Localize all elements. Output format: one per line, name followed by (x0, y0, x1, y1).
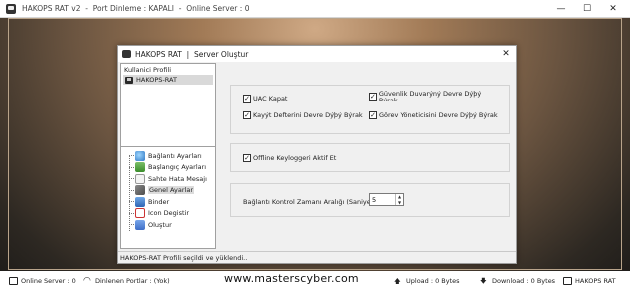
app-logo-icon (563, 276, 572, 285)
tree-item-label: Bağlantı Ayarları (148, 151, 202, 160)
globe-icon (135, 150, 145, 161)
window-controls: — ☐ ✕ (548, 0, 626, 18)
app-logo-icon (6, 3, 16, 14)
security-options-group: ✓ UAC Kapat ✓ Güvenlik Duvarýný Devre Dý… (230, 85, 510, 134)
profile-list-header: Kullanici Profili (124, 66, 172, 74)
settings-icon (135, 185, 145, 195)
checkmark-icon: ✓ (243, 94, 251, 103)
error-message-icon (135, 173, 145, 184)
stepper-down-icon[interactable]: ▼ (396, 200, 403, 206)
connection-interval-group: Bağlantı Kontrol Zamanı Aralığı (Saniye)… (230, 183, 510, 217)
checkmark-icon: ✓ (369, 110, 377, 119)
monitor-icon (9, 276, 18, 285)
wifi-icon: ◠ (83, 275, 91, 286)
binder-icon (135, 196, 145, 207)
stepper-buttons: ▲ ▼ (395, 194, 403, 205)
icon-change-icon (135, 208, 145, 218)
maximize-button[interactable]: ☐ (574, 0, 600, 18)
profile-icon (125, 76, 133, 84)
dialog-titlebar: HAKOPS RAT | Server Oluştur ✕ (118, 46, 516, 62)
main-titlebar: HAKOPS RAT v2 - Port Dinleme : KAPALI - … (0, 0, 630, 18)
watermark-text: www.masterscyber.com (224, 272, 359, 285)
listening-ports-status: ◠ Dinlenen Portlar : (Yok) (83, 275, 170, 286)
interval-stepper[interactable]: 5 ▲ ▼ (369, 193, 404, 206)
tree-item-label: Oluştur (148, 220, 172, 229)
tree-item-startup-settings[interactable]: Başlangıç Ayarları (129, 162, 206, 173)
checkmark-icon: ✓ (243, 110, 251, 119)
build-icon (135, 219, 145, 230)
online-server-status: Online Server : 0 (9, 276, 76, 285)
offline-keylogger-checkbox[interactable]: ✓ Offline Keyloggeri Aktif Et (243, 154, 336, 162)
tree-item-label: Genel Ayarlar (148, 186, 194, 194)
upload-arrow-icon: 🡅 (394, 276, 401, 285)
interval-label: Bağlantı Kontrol Zamanı Aralığı (Saniye)… (243, 198, 378, 206)
download-status: 🡇 Download : 0 Bytes (480, 276, 556, 285)
tree-item-icon-change[interactable]: Icon Degistir (129, 208, 189, 219)
main-window: HAKOPS RAT v2 - Port Dinleme : KAPALI - … (0, 0, 630, 290)
keylogger-group: ✓ Offline Keyloggeri Aktif Et (230, 143, 510, 172)
tree-item-label: Sahte Hata Mesajı (148, 174, 207, 183)
dialog-status-text: HAKOPS-RAT Profili seçildi ve yüklendi.. (118, 251, 516, 263)
firewall-checkbox[interactable]: ✓ Güvenlik Duvarýný Devre Dýþý Býrak (369, 91, 499, 101)
minimize-button[interactable]: — (548, 0, 574, 18)
download-arrow-icon: 🡇 (480, 276, 487, 285)
profile-item-hakops-rat[interactable]: HAKOPS-RAT (123, 75, 213, 85)
taskmgr-checkbox[interactable]: ✓ Görev Yöneticisini Devre Dýþý Býrak (369, 111, 498, 119)
main-window-title: HAKOPS RAT v2 - Port Dinleme : KAPALI - … (22, 4, 250, 13)
uac-checkbox[interactable]: ✓ UAC Kapat (243, 95, 287, 103)
tree-item-connection-settings[interactable]: Bağlantı Ayarları (129, 150, 202, 161)
server-builder-dialog: HAKOPS RAT | Server Oluştur ✕ Kullanici … (117, 45, 517, 264)
status-bar: Online Server : 0 ◠ Dinlenen Portlar : (… (0, 271, 630, 290)
checkmark-icon: ✓ (369, 92, 377, 101)
tree-item-label: Başlangıç Ayarları (148, 163, 207, 171)
checkmark-icon: ✓ (243, 153, 251, 162)
tree-item-fake-error[interactable]: Sahte Hata Mesajı (129, 173, 207, 184)
tree-item-label: Binder (148, 197, 170, 206)
brand-label: HAKOPS RAT (563, 276, 616, 285)
registry-checkbox[interactable]: ✓ Kayýt Defterini Devre Dýþý Býrak (243, 111, 363, 119)
tree-item-binder[interactable]: Binder (129, 196, 169, 207)
startup-icon (135, 162, 145, 172)
interval-value[interactable]: 5 (370, 196, 395, 204)
close-button[interactable]: ✕ (600, 0, 626, 18)
tree-item-general-settings[interactable]: Genel Ayarlar (129, 185, 194, 196)
tree-item-label: Icon Degistir (148, 209, 190, 217)
tree-item-build[interactable]: Oluştur (129, 219, 172, 230)
upload-status: 🡅 Upload : 0 Bytes (394, 276, 460, 285)
dialog-close-button[interactable]: ✕ (500, 48, 512, 60)
dialog-title: HAKOPS RAT | Server Oluştur (135, 49, 249, 59)
settings-tree: Bağlantı Ayarları Başlangıç Ayarları Sah… (120, 146, 216, 249)
dialog-logo-icon (122, 50, 131, 58)
profile-item-label: HAKOPS-RAT (136, 76, 177, 84)
